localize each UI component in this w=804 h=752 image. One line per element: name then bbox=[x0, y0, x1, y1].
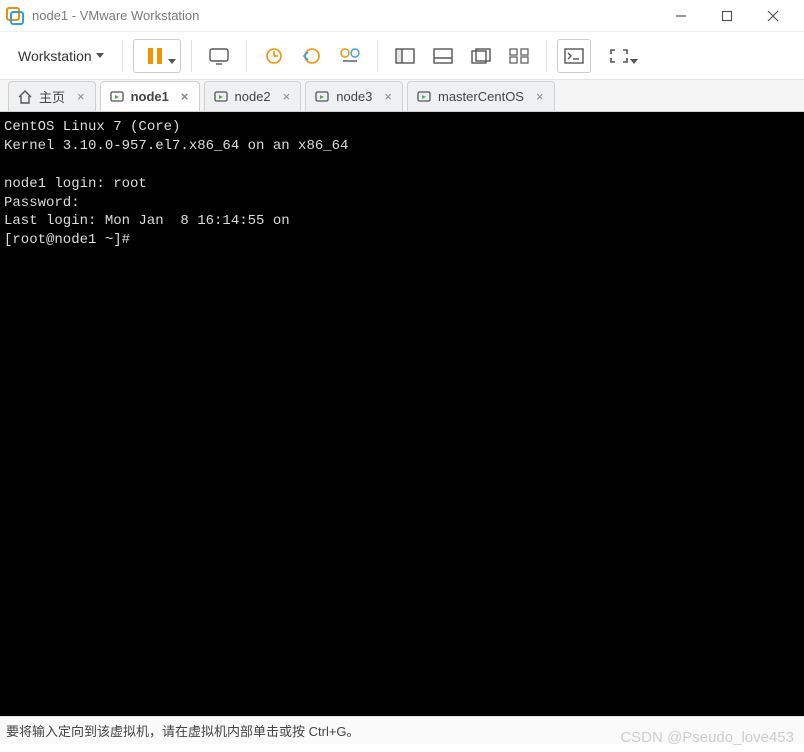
close-button[interactable] bbox=[750, 1, 796, 31]
toolbar-separator bbox=[191, 40, 192, 72]
tab-close-icon[interactable]: × bbox=[384, 89, 392, 104]
console-view-button[interactable] bbox=[557, 39, 591, 73]
maximize-button[interactable] bbox=[704, 1, 750, 31]
minimize-button[interactable] bbox=[658, 1, 704, 31]
window-controls bbox=[658, 1, 796, 31]
pause-vm-button[interactable] bbox=[133, 39, 181, 73]
vmware-app-icon bbox=[6, 7, 24, 25]
toolbar: Workstation bbox=[0, 32, 804, 80]
tab-label: node1 bbox=[131, 89, 169, 104]
tab-close-icon[interactable]: × bbox=[77, 89, 85, 104]
terminal-line: Last login: Mon Jan 8 16:14:55 on bbox=[4, 213, 290, 229]
tab-close-icon[interactable]: × bbox=[181, 89, 189, 104]
terminal-prompt: [root@node1 ~]# bbox=[4, 232, 138, 248]
terminal-line: Kernel 3.10.0-957.el7.x86_64 on an x86_6… bbox=[4, 138, 348, 154]
terminal-line: node1 login: root bbox=[4, 176, 147, 192]
tab-home[interactable]: 主页 × bbox=[8, 81, 96, 111]
tab-mastercentos[interactable]: masterCentOS × bbox=[407, 81, 555, 111]
fullscreen-button[interactable] bbox=[595, 39, 643, 73]
tab-label: 主页 bbox=[39, 87, 65, 106]
status-hint: 要将输入定向到该虚拟机，请在虚拟机内部单击或按 Ctrl+G。 bbox=[6, 721, 360, 740]
tab-label: node3 bbox=[336, 89, 372, 104]
send-ctrl-alt-del-button[interactable] bbox=[202, 39, 236, 73]
home-icon bbox=[17, 89, 33, 105]
window-title: node1 - VMware Workstation bbox=[32, 8, 658, 23]
vm-console[interactable]: CentOS Linux 7 (Core) Kernel 3.10.0-957.… bbox=[0, 112, 804, 716]
vm-icon bbox=[213, 89, 229, 105]
snapshot-revert-button[interactable] bbox=[295, 39, 329, 73]
toolbar-separator bbox=[546, 40, 547, 72]
tab-close-icon[interactable]: × bbox=[536, 89, 544, 104]
workstation-menu[interactable]: Workstation bbox=[10, 42, 112, 70]
vm-icon bbox=[416, 89, 432, 105]
toolbar-separator bbox=[246, 40, 247, 72]
caret-down-icon bbox=[168, 59, 176, 64]
view-split-left-button[interactable] bbox=[388, 39, 422, 73]
terminal-line: CentOS Linux 7 (Core) bbox=[4, 119, 180, 135]
tab-node3[interactable]: node3 × bbox=[305, 81, 403, 111]
view-thumbnails-button[interactable] bbox=[502, 39, 536, 73]
toolbar-separator bbox=[122, 40, 123, 72]
snapshot-manager-button[interactable] bbox=[333, 39, 367, 73]
view-tabs-button[interactable] bbox=[464, 39, 498, 73]
toolbar-separator bbox=[377, 40, 378, 72]
caret-down-icon bbox=[630, 59, 638, 64]
vm-icon bbox=[314, 89, 330, 105]
title-bar: node1 - VMware Workstation bbox=[0, 0, 804, 32]
snapshot-take-button[interactable] bbox=[257, 39, 291, 73]
view-split-bottom-button[interactable] bbox=[426, 39, 460, 73]
workstation-menu-label: Workstation bbox=[18, 48, 92, 64]
tab-label: node2 bbox=[235, 89, 271, 104]
vm-icon bbox=[109, 89, 125, 105]
tab-close-icon[interactable]: × bbox=[283, 89, 291, 104]
terminal-line: Password: bbox=[4, 195, 80, 211]
tab-node2[interactable]: node2 × bbox=[204, 81, 302, 111]
status-bar: 要将输入定向到该虚拟机，请在虚拟机内部单击或按 Ctrl+G。 bbox=[0, 716, 804, 744]
tab-node1[interactable]: node1 × bbox=[100, 81, 200, 111]
caret-down-icon bbox=[96, 53, 104, 58]
tab-strip: 主页 × node1 × node2 × node3 × masterCentO… bbox=[0, 80, 804, 112]
tab-label: masterCentOS bbox=[438, 89, 524, 104]
